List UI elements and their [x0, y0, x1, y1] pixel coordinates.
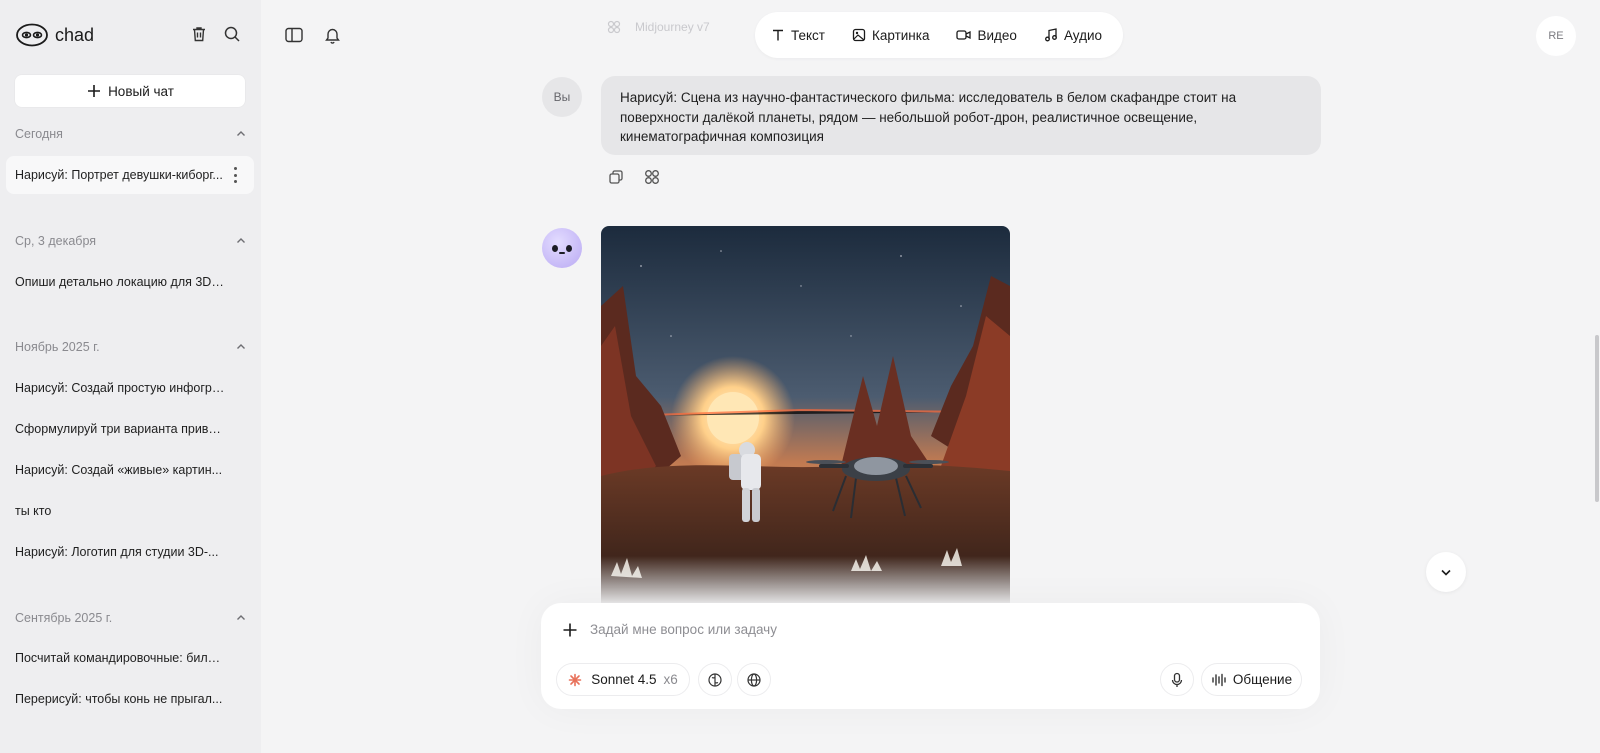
- video-icon: [956, 30, 972, 40]
- chat-item[interactable]: Сформулируй три варианта привет...: [15, 422, 225, 436]
- assistant-avatar: [542, 228, 582, 268]
- mode-audio[interactable]: Аудио: [1044, 28, 1102, 43]
- mode-label: Видео: [977, 27, 1017, 43]
- sidebar: chad Новый чат Сегодня Нарисуй: Портрет …: [0, 0, 261, 753]
- chat-item[interactable]: Нарисуй: Логотип для студии 3D-...: [15, 545, 225, 559]
- scrollbar[interactable]: [1595, 335, 1599, 502]
- ghost-model-text: Midjourney v7: [635, 20, 710, 34]
- section-november[interactable]: Ноябрь 2025 г.: [15, 340, 247, 354]
- search-icon[interactable]: [222, 24, 242, 44]
- reasoning-toggle[interactable]: [698, 663, 732, 696]
- user-message: Нарисуй: Сцена из научно-фантастического…: [601, 76, 1321, 155]
- section-title: Сегодня: [15, 127, 63, 141]
- voice-chat-button[interactable]: Общение: [1201, 663, 1302, 696]
- chevron-down-icon: [1441, 569, 1451, 576]
- section-dec-3[interactable]: Ср, 3 декабря: [15, 234, 247, 248]
- section-title: Ноябрь 2025 г.: [15, 340, 100, 354]
- brand[interactable]: chad: [16, 22, 94, 48]
- chat-item[interactable]: Посчитай командировочные: билет...: [15, 651, 225, 665]
- mode-text[interactable]: Текст: [771, 28, 825, 43]
- plus-icon: [88, 85, 101, 97]
- trash-icon[interactable]: [189, 24, 209, 44]
- brain-icon: [708, 672, 722, 687]
- new-chat-button[interactable]: Новый чат: [15, 75, 245, 107]
- model-name: Sonnet 4.5: [591, 672, 657, 687]
- mode-label: Аудио: [1063, 27, 1103, 43]
- model-multiplier: x6: [663, 672, 678, 687]
- chat-item[interactable]: Нарисуй: Создай «живые» картин...: [15, 463, 225, 477]
- voice-chat-label: Общение: [1232, 672, 1293, 687]
- grid-icon[interactable]: [643, 168, 661, 186]
- chat-item[interactable]: Опиши детально локацию для 3D-...: [15, 275, 225, 289]
- new-chat-label: Новый чат: [108, 83, 174, 99]
- ghost-model-label: Midjourney v7: [607, 20, 710, 34]
- audio-icon: [1044, 28, 1057, 42]
- globe-icon: [747, 672, 761, 687]
- attach-plus-icon[interactable]: [561, 621, 579, 639]
- sidebar-toggle-icon[interactable]: [284, 25, 304, 45]
- text-icon: [773, 29, 783, 41]
- section-september[interactable]: Сентябрь 2025 г.: [15, 611, 247, 625]
- web-search-toggle[interactable]: [737, 663, 771, 696]
- chat-item[interactable]: Нарисуй: Создай простую инфогра...: [15, 381, 225, 395]
- copy-icon[interactable]: [607, 168, 625, 186]
- chat-item[interactable]: Перерисуй: чтобы конь не прыгал...: [15, 692, 225, 706]
- scroll-down-button[interactable]: [1426, 552, 1466, 592]
- waveform-icon: [1212, 673, 1226, 686]
- chevron-up-icon: [237, 131, 245, 136]
- bell-icon[interactable]: [322, 25, 342, 45]
- mode-switcher: Текст Картинка Видео Аудио: [755, 12, 1123, 58]
- section-today[interactable]: Сегодня: [15, 127, 247, 141]
- microphone-icon: [1171, 672, 1183, 687]
- more-options-icon[interactable]: [228, 167, 242, 183]
- mode-video[interactable]: Видео: [956, 27, 1017, 43]
- claude-sparkle-icon: [568, 673, 582, 686]
- image-icon: [852, 28, 866, 42]
- chevron-up-icon: [237, 344, 245, 349]
- model-selector[interactable]: Sonnet 4.5 x6: [556, 663, 690, 696]
- logo-icon: [16, 23, 48, 47]
- composer: Sonnet 4.5 x6 Общение: [541, 603, 1320, 709]
- chevron-up-icon: [237, 615, 245, 620]
- user-profile-avatar[interactable]: RE: [1536, 16, 1576, 56]
- mode-image[interactable]: Картинка: [852, 28, 929, 43]
- section-title: Сентябрь 2025 г.: [15, 611, 113, 625]
- sci-fi-scene-image: [601, 226, 1010, 606]
- grid-icon: [607, 20, 621, 34]
- section-title: Ср, 3 декабря: [15, 234, 97, 248]
- chat-item[interactable]: ты кто: [15, 504, 225, 518]
- app-name: chad: [55, 24, 95, 45]
- mode-label: Картинка: [872, 27, 930, 43]
- chevron-up-icon: [237, 238, 245, 243]
- generated-image[interactable]: [601, 226, 1010, 606]
- user-avatar: Вы: [542, 77, 582, 117]
- microphone-button[interactable]: [1160, 663, 1194, 696]
- message-input[interactable]: [590, 615, 1290, 643]
- chat-item[interactable]: Нарисуй: Портрет девушки-киборг...: [15, 168, 225, 182]
- mode-label: Текст: [791, 27, 825, 43]
